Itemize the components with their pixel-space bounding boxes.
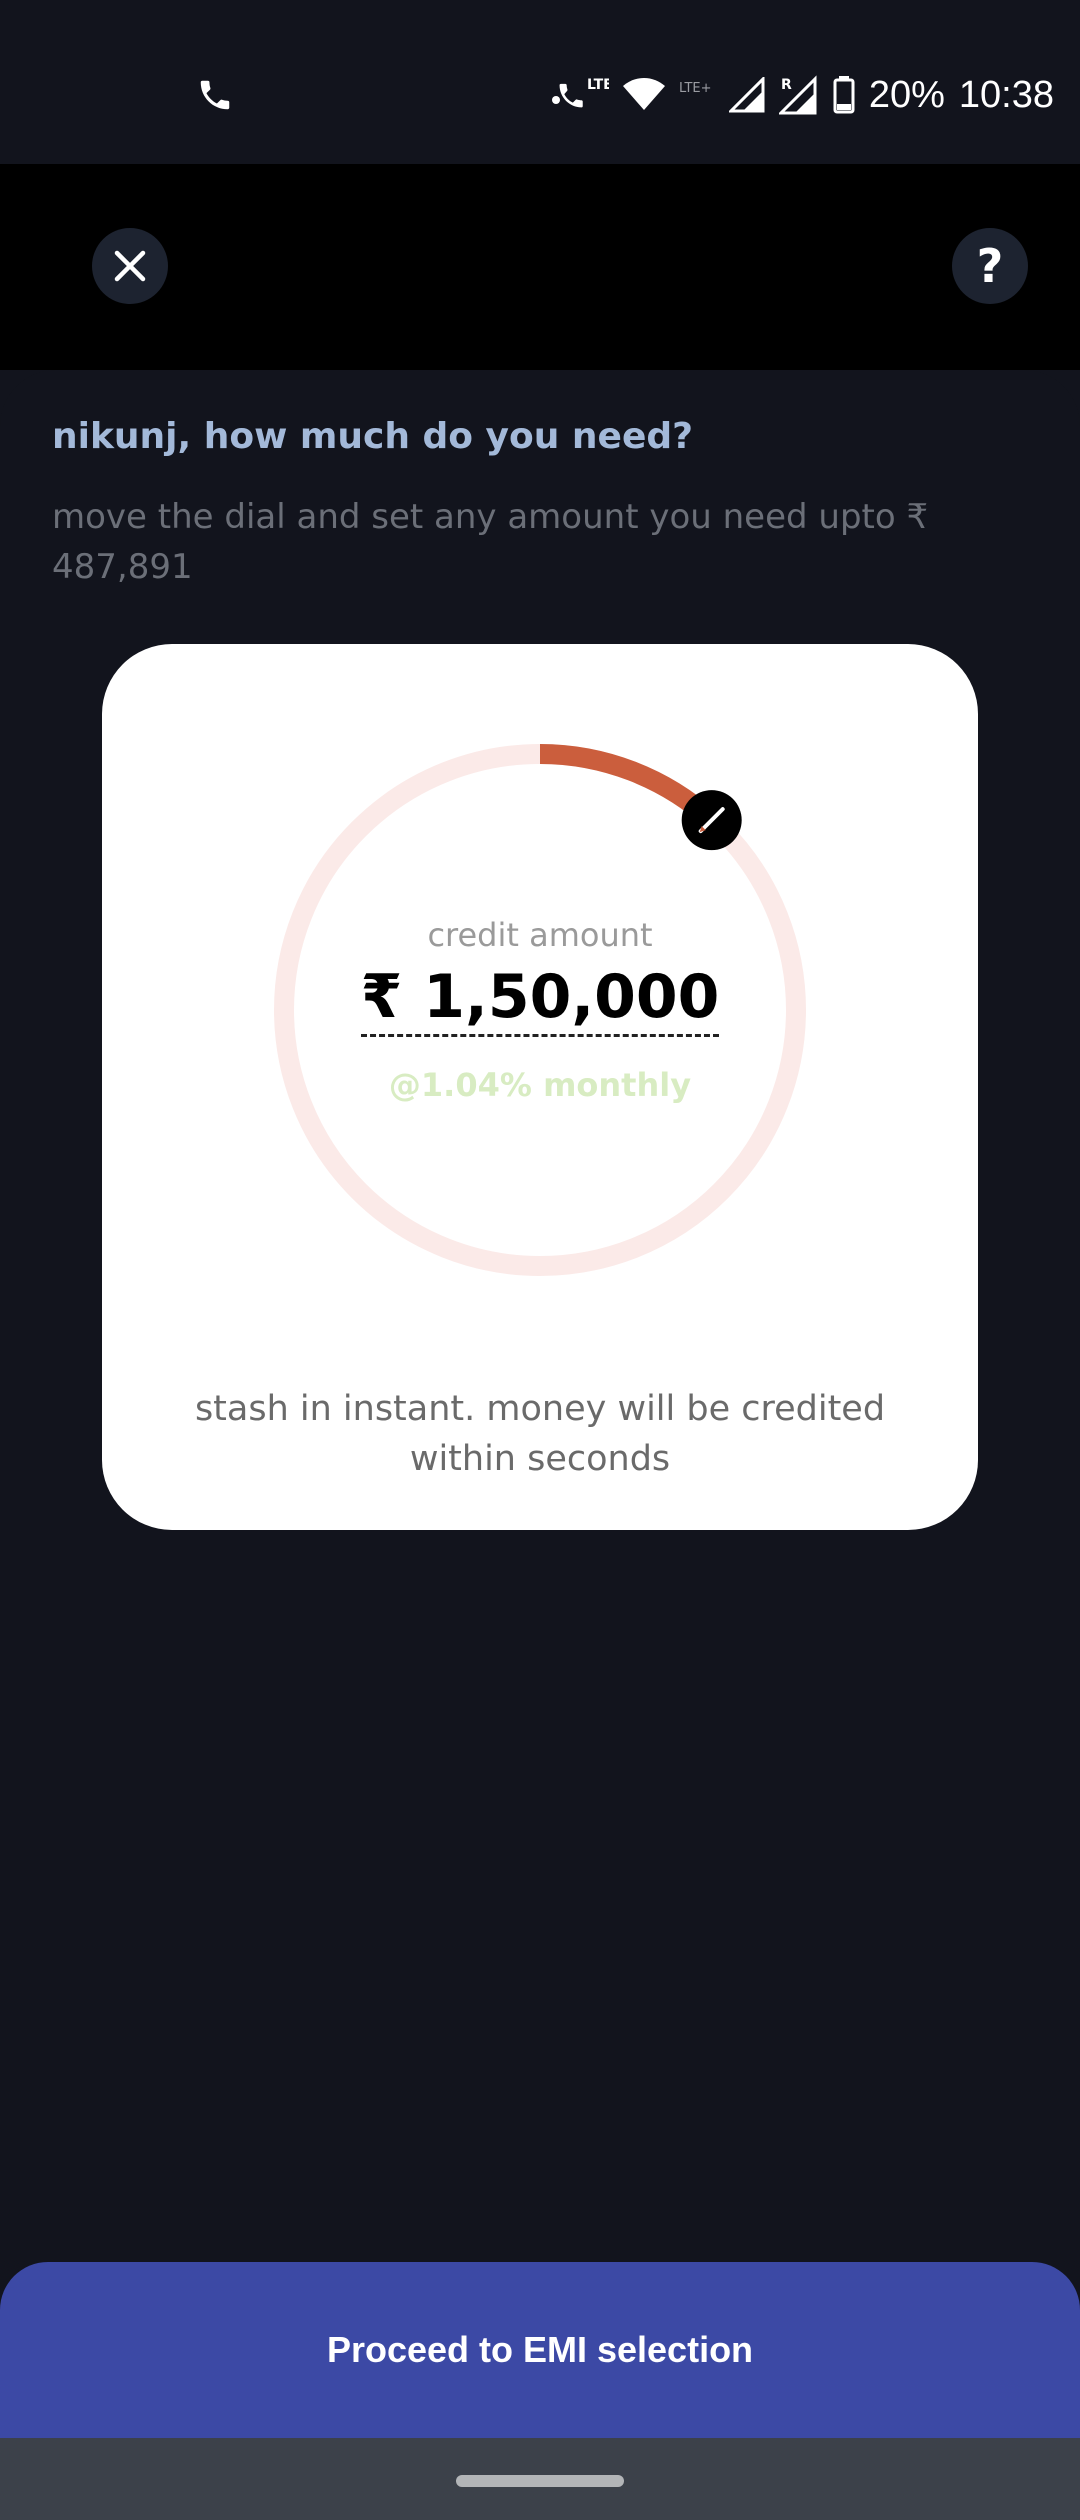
battery-percent: 20% — [868, 73, 945, 116]
question-mark-icon: ? — [976, 239, 1004, 293]
volte-call-icon: LTE — [551, 77, 609, 108]
close-button[interactable] — [92, 228, 168, 304]
credit-amount-value[interactable]: ₹ 1,50,000 — [360, 962, 720, 1037]
clock: 10:38 — [958, 73, 1054, 116]
help-button[interactable]: ? — [952, 228, 1028, 304]
wifi-icon — [622, 78, 665, 110]
status-icons: LTE LTE+ R 20% 10:38 — [551, 66, 1054, 124]
close-icon — [114, 250, 146, 282]
status-bar: LTE LTE+ R 20% 10:38 — [0, 0, 1080, 164]
svg-text:R: R — [781, 77, 792, 93]
interest-rate: @1.04% monthly — [388, 1066, 692, 1104]
credit-amount-wrapper: ₹ 1,50,000 — [102, 962, 978, 1037]
svg-text:LTE+: LTE+ — [679, 81, 712, 96]
credit-card-panel: credit amount ₹ 1,50,000 @1.04% monthly … — [102, 644, 978, 1530]
signal-icon — [728, 77, 765, 113]
lte-plus-icon: LTE+ — [679, 81, 712, 96]
signal-roaming-icon: R — [778, 75, 817, 115]
instant-credit-note: stash in instant. money will be credited… — [194, 1389, 886, 1479]
navigation-bar — [0, 2438, 1080, 2520]
proceed-button[interactable]: Proceed to EMI selection — [0, 2262, 1080, 2438]
battery-icon — [833, 76, 855, 114]
home-handle[interactable] — [456, 2475, 624, 2487]
dial-handle[interactable] — [681, 790, 742, 851]
page-title: nikunj, how much do you need? — [52, 416, 694, 457]
phone-call-icon — [200, 80, 230, 110]
svg-text:LTE: LTE — [587, 77, 609, 93]
credit-amount-label: credit amount — [427, 916, 653, 954]
amount-limit-text: move the dial and set any amount you nee… — [52, 497, 929, 587]
